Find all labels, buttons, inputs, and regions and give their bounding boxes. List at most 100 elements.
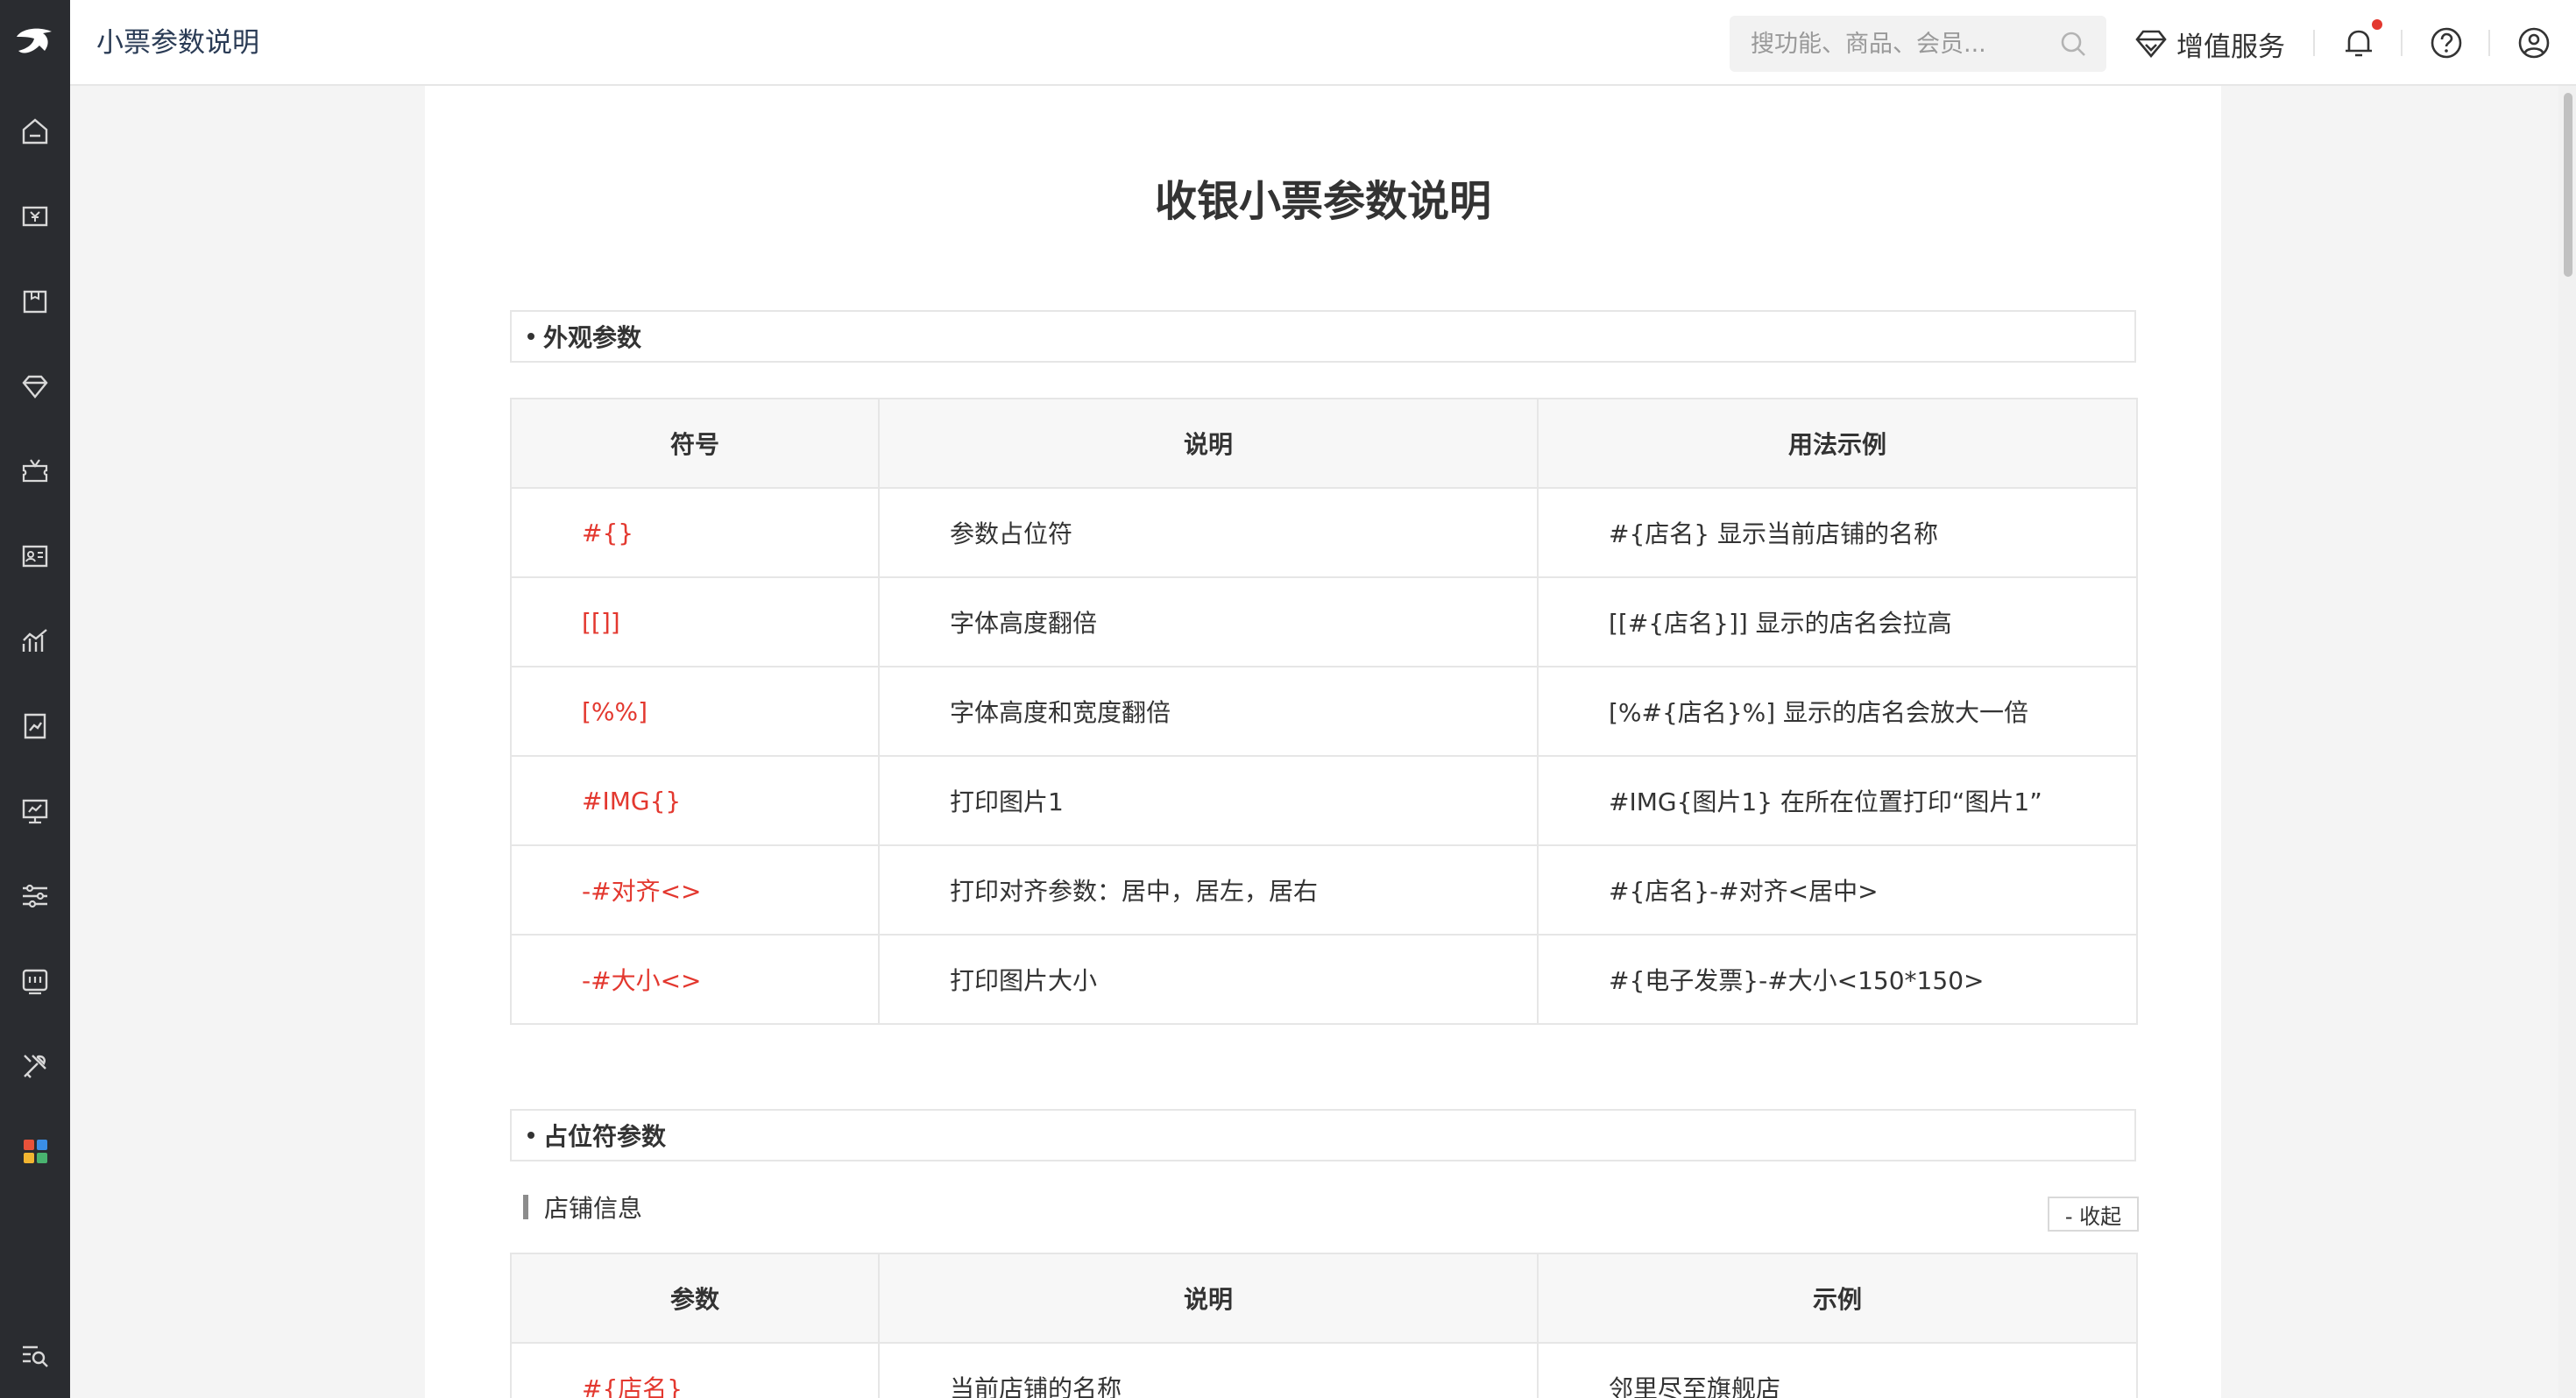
description-cell: 打印对齐参数：居中，居左，居右 bbox=[878, 844, 1539, 936]
marketing-icon bbox=[22, 459, 48, 483]
sidebar-item-online-store[interactable] bbox=[0, 785, 70, 837]
goods-icon bbox=[23, 290, 47, 314]
search-icon[interactable] bbox=[2059, 30, 2087, 58]
logo-icon bbox=[17, 28, 52, 53]
header-divider bbox=[2313, 30, 2315, 56]
description-cell: 字体高度和宽度翻倍 bbox=[878, 666, 1539, 757]
table-row: -#大小<> 打印图片大小 #{电子发票}-#大小<150*150> bbox=[510, 934, 2138, 1025]
example-cell: 邻里尽至旗舰店 bbox=[1537, 1342, 2138, 1398]
content-area: 收银小票参数说明 外观参数 符号 说明 用法示例 #{} 参数占位符 #{店名}… bbox=[70, 86, 2576, 1398]
description-cell: 参数占位符 bbox=[878, 487, 1539, 578]
notification-badge bbox=[2372, 19, 2382, 30]
table-header-row: 参数 说明 示例 bbox=[510, 1253, 2138, 1344]
help-button[interactable] bbox=[2424, 21, 2468, 65]
sidebar-item-goods[interactable] bbox=[0, 275, 70, 328]
top-header: 小票参数说明 增值服务 bbox=[70, 0, 2576, 86]
tools-icon bbox=[24, 1055, 46, 1078]
sidebar bbox=[0, 0, 70, 1398]
description-cell: 打印图片大小 bbox=[878, 934, 1539, 1025]
settings-icon bbox=[23, 884, 47, 908]
document-title: 收银小票参数说明 bbox=[1154, 177, 1491, 226]
sidebar-item-member[interactable] bbox=[0, 360, 70, 413]
member-icon bbox=[22, 375, 48, 399]
header-divider bbox=[2401, 30, 2403, 56]
apps-icon bbox=[24, 1140, 47, 1163]
sidebar-item-report[interactable] bbox=[0, 615, 70, 667]
subheading-bar bbox=[523, 1195, 528, 1219]
table-row: [%%] 字体高度和宽度翻倍 [%#{店名}%] 显示的店名会放大一倍 bbox=[510, 666, 2138, 757]
symbol-cell: [%%] bbox=[510, 666, 880, 757]
example-cell: [%#{店名}%] 显示的店名会放大一倍 bbox=[1537, 666, 2138, 757]
sidebar-item-apps[interactable] bbox=[0, 1125, 70, 1177]
search-menu-icon bbox=[23, 1345, 48, 1367]
diamond-icon bbox=[2135, 30, 2167, 59]
symbol-cell: #IMG{} bbox=[510, 755, 880, 846]
collapse-button[interactable]: - 收起 bbox=[2048, 1197, 2139, 1232]
param-cell: #{店名} bbox=[510, 1342, 880, 1398]
bullet-icon bbox=[527, 333, 534, 340]
value-added-services-label: 增值服务 bbox=[2176, 31, 2285, 63]
user-icon bbox=[2518, 27, 2550, 59]
description-cell: 当前店铺的名称 bbox=[878, 1342, 1539, 1398]
section-title: 外观参数 bbox=[543, 323, 642, 352]
sidebar-item-cashier[interactable] bbox=[0, 190, 70, 243]
column-header: 符号 bbox=[510, 398, 880, 489]
description-cell: 字体高度翻倍 bbox=[878, 576, 1539, 667]
sidebar-item-home[interactable] bbox=[0, 105, 70, 158]
example-cell: #{店名} 显示当前店铺的名称 bbox=[1537, 487, 2138, 578]
bell-icon bbox=[2346, 30, 2372, 57]
column-header: 参数 bbox=[510, 1253, 880, 1344]
device-icon bbox=[22, 969, 48, 995]
column-header: 说明 bbox=[878, 1253, 1539, 1344]
symbol-cell: #{} bbox=[510, 487, 880, 578]
table-row: #{} 参数占位符 #{店名} 显示当前店铺的名称 bbox=[510, 487, 2138, 578]
example-cell: #IMG{图片1} 在所在位置打印“图片1” bbox=[1537, 755, 2138, 846]
page-title: 小票参数说明 bbox=[96, 27, 259, 59]
staff-icon bbox=[22, 545, 48, 568]
table-row: #{店名} 当前店铺的名称 邻里尽至旗舰店 bbox=[510, 1342, 2138, 1398]
symbol-cell: -#对齐<> bbox=[510, 844, 880, 936]
global-search[interactable] bbox=[1730, 16, 2106, 72]
table-header-row: 符号 说明 用法示例 bbox=[510, 398, 2138, 489]
search-input[interactable] bbox=[1730, 16, 2045, 72]
report-icon bbox=[22, 629, 47, 652]
bullet-icon bbox=[527, 1132, 534, 1139]
appearance-params-table: 符号 说明 用法示例 #{} 参数占位符 #{店名} 显示当前店铺的名称 [[]… bbox=[510, 398, 2138, 1025]
table-row: [[]] 字体高度翻倍 [[#{店名}]] 显示的店名会拉高 bbox=[510, 576, 2138, 667]
finance-icon bbox=[24, 713, 46, 739]
column-header: 示例 bbox=[1537, 1253, 2138, 1344]
table-row: -#对齐<> 打印对齐参数：居中，居左，居右 #{店名}-#对齐<居中> bbox=[510, 844, 2138, 936]
sidebar-item-settings[interactable] bbox=[0, 870, 70, 922]
value-added-services-button[interactable]: 增值服务 bbox=[2134, 19, 2285, 68]
cashier-icon bbox=[22, 206, 48, 227]
sidebar-item-tools[interactable] bbox=[0, 1040, 70, 1092]
table-row: #IMG{} 打印图片1 #IMG{图片1} 在所在位置打印“图片1” bbox=[510, 755, 2138, 846]
store-info-label: 店铺信息 bbox=[544, 1194, 643, 1223]
sidebar-item-finance[interactable] bbox=[0, 700, 70, 752]
symbol-cell: -#大小<> bbox=[510, 934, 880, 1025]
scrollbar-thumb[interactable] bbox=[2564, 93, 2572, 277]
store-info-table: 参数 说明 示例 #{店名} 当前店铺的名称 邻里尽至旗舰店 bbox=[510, 1253, 2138, 1398]
column-header: 用法示例 bbox=[1537, 398, 2138, 489]
sidebar-item-search-menu[interactable] bbox=[0, 1330, 70, 1382]
vertical-scrollbar[interactable] bbox=[2558, 86, 2576, 1398]
user-account-button[interactable] bbox=[2512, 21, 2556, 65]
sidebar-item-device[interactable] bbox=[0, 955, 70, 1007]
store-info-subheading: 店铺信息 bbox=[523, 1191, 642, 1223]
example-cell: #{电子发票}-#大小<150*150> bbox=[1537, 934, 2138, 1025]
sidebar-item-marketing[interactable] bbox=[0, 445, 70, 498]
example-cell: #{店名}-#对齐<居中> bbox=[1537, 844, 2138, 936]
online-store-icon bbox=[22, 799, 48, 824]
sidebar-item-staff[interactable] bbox=[0, 530, 70, 582]
app-logo[interactable] bbox=[0, 0, 70, 86]
section-appearance-params: 外观参数 bbox=[510, 310, 2136, 363]
column-header: 说明 bbox=[878, 398, 1539, 489]
description-cell: 打印图片1 bbox=[878, 755, 1539, 846]
section-title: 占位符参数 bbox=[543, 1122, 667, 1151]
symbol-cell: [[]] bbox=[510, 576, 880, 667]
home-icon bbox=[22, 118, 48, 145]
header-divider bbox=[2488, 30, 2490, 56]
section-placeholder-params: 占位符参数 bbox=[510, 1109, 2136, 1161]
example-cell: [[#{店名}]] 显示的店名会拉高 bbox=[1537, 576, 2138, 667]
help-icon bbox=[2431, 27, 2462, 59]
